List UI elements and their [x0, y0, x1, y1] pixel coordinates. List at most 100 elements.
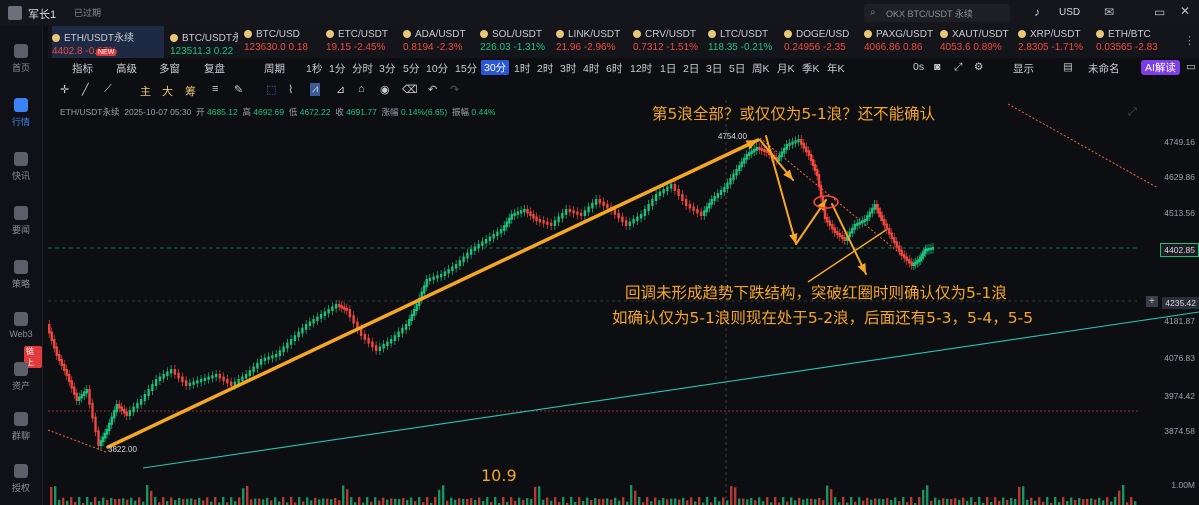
main-chart-button[interactable]: 主	[140, 83, 151, 99]
period-year[interactable]: 年K	[827, 61, 845, 76]
ticker-item[interactable]: SOL/USDT 226.03 -1.31%	[480, 26, 552, 58]
period-dropdown[interactable]: 周期	[264, 61, 285, 76]
window-icon[interactable]: ▭	[1154, 5, 1165, 19]
sidebar-item-news[interactable]: 快讯	[0, 152, 42, 182]
settings-icon[interactable]: ⚙	[974, 61, 983, 73]
fib-tool-icon[interactable]: ≡	[212, 83, 218, 95]
camera-icon[interactable]: ◙	[934, 61, 940, 73]
sidebar-item-assets[interactable]: 资产	[0, 362, 42, 392]
ticker-item[interactable]: ETC/USDT 19.15 -2.45%	[326, 26, 398, 58]
redo-icon[interactable]: ↷	[450, 83, 459, 96]
period-2h[interactable]: 2时	[537, 61, 553, 76]
ticker-item[interactable]: LINK/USDT 21.96 -2.96%	[556, 26, 628, 58]
period-1h[interactable]: 1时	[514, 61, 530, 76]
layout-icon[interactable]: ▤	[1063, 61, 1073, 73]
sidebar-item-headlines[interactable]: 要闻	[0, 206, 42, 236]
sidebar-item-strategy[interactable]: 策略	[0, 260, 42, 290]
period-6h[interactable]: 6时	[606, 61, 622, 76]
period-3d[interactable]: 3日	[706, 61, 722, 76]
period-tick[interactable]: 分时	[352, 61, 373, 76]
fullscreen-icon[interactable]: ⤢	[954, 61, 962, 74]
sidebar-item-web3[interactable]: Web3	[0, 312, 42, 339]
candle-body	[432, 276, 435, 280]
candle-body	[598, 199, 602, 204]
indicator-button[interactable]: 指标	[72, 61, 93, 76]
period-1s[interactable]: 1秒	[306, 61, 322, 76]
big-button[interactable]: 大	[162, 83, 173, 99]
period-month[interactable]: 月K	[777, 61, 795, 76]
lock-icon[interactable]: ⌂	[358, 83, 365, 95]
period-week[interactable]: 周K	[752, 61, 770, 76]
ticker-item[interactable]: CRV/USDT 0.7312 -1.51%	[633, 26, 703, 58]
ticker-item[interactable]: XRP/USDT 2.8305 -1.71%	[1018, 26, 1090, 58]
volume-bar	[1078, 498, 1081, 505]
sidebar-item-chat[interactable]: 群聊	[0, 412, 42, 442]
countdown-label: 0s	[913, 61, 925, 73]
crosshair-add-icon[interactable]: +	[1146, 296, 1158, 307]
period-15m[interactable]: 15分	[455, 61, 477, 76]
line-tool-icon[interactable]: ╱	[82, 83, 89, 96]
search-input[interactable]: ⌕ OKX BTC/USDT 永续	[864, 4, 1010, 22]
undo-icon[interactable]: ↶	[428, 83, 437, 96]
period-1d[interactable]: 1日	[660, 61, 676, 76]
period-3h[interactable]: 3时	[560, 61, 576, 76]
period-5m[interactable]: 5分	[403, 61, 419, 76]
candle-body	[826, 217, 829, 223]
chips-button[interactable]: 筹	[185, 83, 196, 99]
replay-button[interactable]: 复盘	[204, 61, 225, 76]
sidebar-item-auth[interactable]: 授权	[0, 464, 42, 494]
ticker-item[interactable]: ETH/BTC 0.03565 -2.83	[1096, 26, 1170, 58]
ray-tool-icon[interactable]: ⟋	[104, 83, 112, 96]
candle-body	[389, 339, 393, 344]
collapse-icon[interactable]: ▭	[1186, 61, 1196, 73]
eye-icon[interactable]: ◉	[380, 83, 390, 96]
ticker-item[interactable]: BTC/USD 123630.0 0.18	[244, 26, 318, 58]
period-10m[interactable]: 10分	[426, 61, 448, 76]
volume-bar	[654, 497, 657, 505]
currency-select[interactable]: USD	[1059, 7, 1080, 18]
ticker-item[interactable]: BTC/USDT永 123511.3 0.22	[170, 26, 238, 58]
candle-body	[677, 189, 680, 196]
ticker-item[interactable]: PAXG/USDT 4066.86 0.86	[864, 26, 934, 58]
bell-icon[interactable]: ♪	[1034, 5, 1040, 19]
multi-window-button[interactable]: 多窗	[159, 61, 180, 76]
period-30m[interactable]: 30分	[481, 60, 510, 75]
ticker-item[interactable]: XAUT/USDT 4053.6 0.89%	[940, 26, 1012, 58]
select-icon[interactable]: ⬚	[266, 83, 276, 96]
period-quarter[interactable]: 季K	[802, 61, 820, 76]
avatar[interactable]	[8, 6, 22, 20]
ruler-icon[interactable]: ⊿	[336, 83, 345, 96]
ticker-item[interactable]: DOGE/USD 0.24956 -2.35	[784, 26, 858, 58]
period-3m[interactable]: 3分	[379, 61, 395, 76]
period-5d[interactable]: 5日	[729, 61, 745, 76]
period-2d[interactable]: 2日	[683, 61, 699, 76]
candle-body	[883, 219, 886, 226]
display-button[interactable]: 显示	[1013, 61, 1034, 76]
template-select[interactable]: 未命名	[1088, 61, 1120, 76]
close-icon[interactable]: ✕	[1180, 4, 1190, 18]
sidebar-item-home[interactable]: 首页	[0, 44, 42, 74]
ticker-item[interactable]: ADA/USDT 0.8194 -2.3%	[403, 26, 475, 58]
period-12h[interactable]: 12时	[630, 61, 652, 76]
candle-body	[519, 210, 523, 214]
period-1m[interactable]: 1分	[329, 61, 345, 76]
expand-icon[interactable]: ⤢	[1128, 106, 1137, 119]
candle-body	[662, 189, 665, 194]
crosshair-icon[interactable]: ✛	[60, 83, 69, 96]
period-4h[interactable]: 4时	[583, 61, 599, 76]
wave-tool-icon[interactable]: ⩘	[310, 83, 321, 96]
brush-icon[interactable]: ⌇	[288, 83, 293, 96]
ticker-item[interactable]: LTC/USDT 118.35 -0.21%	[708, 26, 778, 58]
mail-icon[interactable]: ✉	[1104, 5, 1114, 19]
ticker-more-icon[interactable]: ⋮	[1184, 34, 1195, 47]
pen-tool-icon[interactable]: ✎	[234, 83, 243, 96]
sidebar-item-market[interactable]: 行情	[0, 98, 42, 128]
delete-icon[interactable]: ⌫	[402, 83, 418, 96]
candle-body	[807, 150, 810, 156]
ticker-item[interactable]: ETH/USDT永续 4402.8 -0.67% NEW	[52, 26, 164, 58]
chart-canvas[interactable]	[48, 100, 1199, 505]
ai-analysis-button[interactable]: AI解读	[1141, 60, 1180, 75]
username[interactable]: 军长1	[28, 6, 56, 22]
price-chart[interactable]	[48, 100, 1199, 505]
advanced-button[interactable]: 高级	[116, 61, 137, 76]
